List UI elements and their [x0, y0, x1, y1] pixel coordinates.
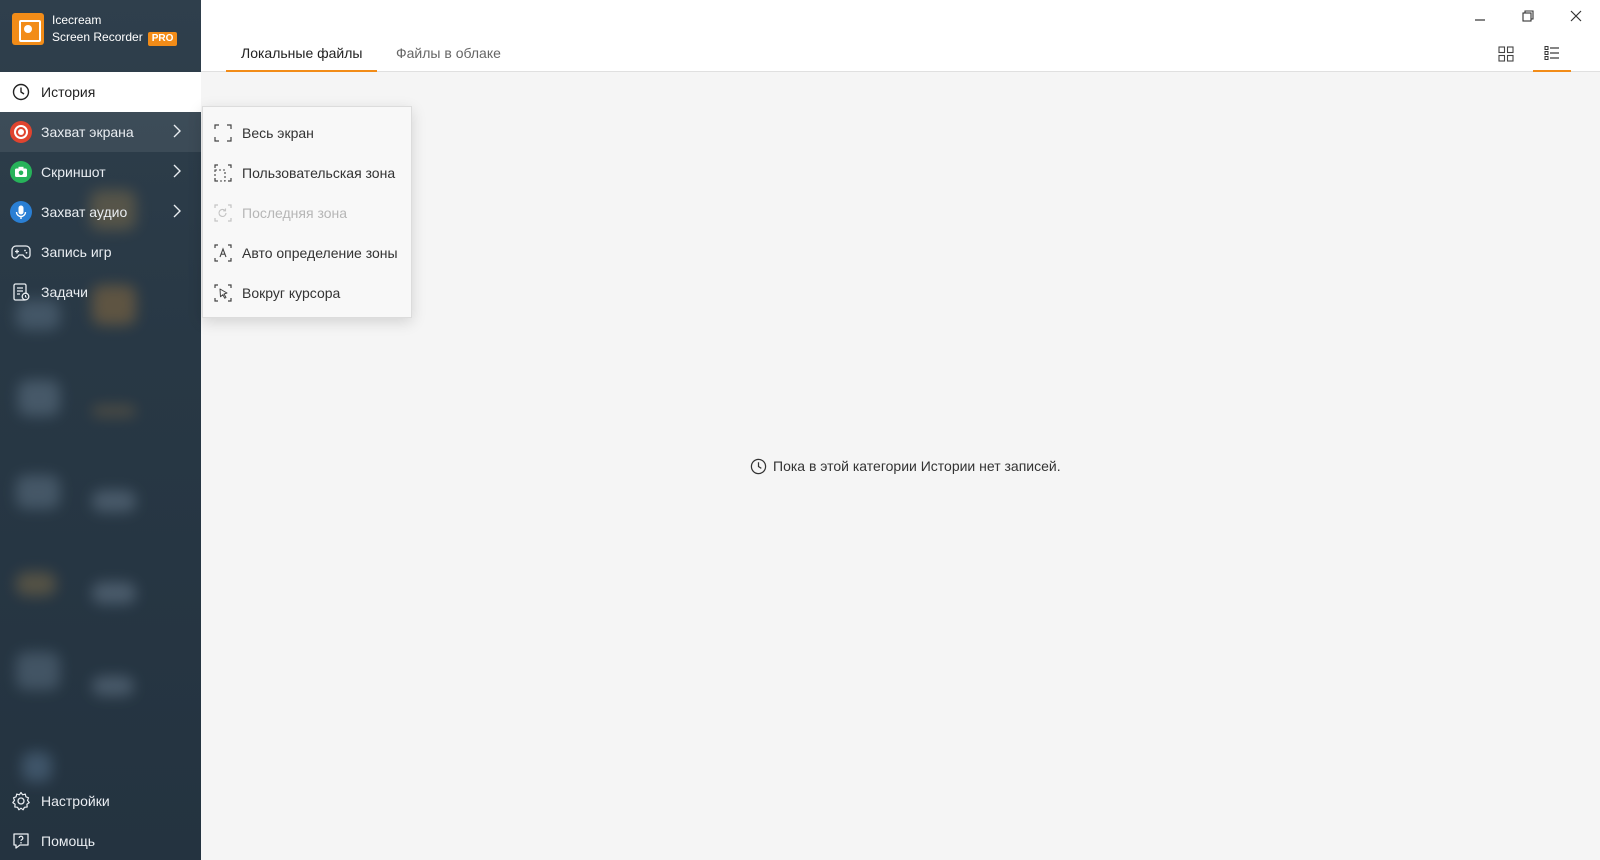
- app-logo-icon: [12, 13, 44, 45]
- menu-item-label: Авто определение зоны: [242, 245, 398, 261]
- menu-item-label: Вокруг курсора: [242, 285, 341, 301]
- app-name-line1: Icecream: [52, 13, 102, 27]
- restore-icon: [1522, 9, 1534, 27]
- chevron-right-icon: [173, 164, 181, 181]
- grid-view-button[interactable]: [1487, 40, 1525, 72]
- menu-item-last-area: Последняя зона: [203, 193, 411, 233]
- camera-icon: [10, 161, 32, 183]
- grid-view-icon: [1498, 45, 1514, 67]
- pro-badge: PRO: [147, 32, 178, 46]
- tasks-icon: [10, 281, 32, 303]
- sidebar-item-history[interactable]: История: [0, 72, 201, 112]
- sidebar-item-screenshot[interactable]: Скриншот: [0, 152, 201, 192]
- menu-item-fullscreen[interactable]: Весь экран: [203, 113, 411, 153]
- top-bar: Локальные файлы Файлы в облаке: [201, 0, 1600, 72]
- last-area-icon: [213, 203, 233, 223]
- restore-button[interactable]: [1512, 6, 1544, 30]
- sidebar-item-label: Запись игр: [41, 244, 112, 260]
- menu-item-custom-area[interactable]: Пользовательская зона: [203, 153, 411, 193]
- sidebar-item-settings[interactable]: Настройки: [0, 781, 201, 821]
- gamepad-icon: [10, 241, 32, 263]
- microphone-icon: [10, 201, 32, 223]
- cursor-area-icon: [213, 283, 233, 303]
- menu-item-around-cursor[interactable]: Вокруг курсора: [203, 273, 411, 313]
- list-view-button[interactable]: [1533, 40, 1571, 72]
- sidebar-item-label: Настройки: [41, 793, 110, 809]
- empty-state-message: Пока в этой категории Истории нет записе…: [773, 458, 1061, 474]
- custom-area-icon: [213, 163, 233, 183]
- sidebar-item-label: История: [41, 84, 96, 100]
- menu-item-label: Пользовательская зона: [242, 165, 396, 181]
- tab-cloud-files[interactable]: Файлы в облаке: [381, 40, 516, 72]
- app-name-line2: Screen Recorder: [52, 30, 143, 44]
- chevron-right-icon: [173, 204, 181, 221]
- minimize-button[interactable]: [1464, 6, 1496, 30]
- list-view-icon: [1544, 45, 1560, 66]
- help-icon: [10, 830, 32, 852]
- clock-icon: [10, 81, 32, 103]
- empty-state: Пока в этой категории Истории нет записе…: [749, 456, 1061, 476]
- menu-item-auto-detect[interactable]: Авто определение зоны: [203, 233, 411, 273]
- sidebar-item-screen-capture[interactable]: Захват экрана: [0, 112, 201, 152]
- menu-item-label: Последняя зона: [242, 205, 348, 221]
- sidebar-item-label: Захват аудио: [41, 204, 128, 220]
- record-icon: [10, 121, 32, 143]
- chevron-right-icon: [173, 124, 181, 141]
- screen-capture-menu: Весь экран Пользовательская зона Последн…: [202, 106, 412, 318]
- close-button[interactable]: [1560, 6, 1592, 30]
- sidebar-item-tasks[interactable]: Задачи: [0, 272, 201, 312]
- tab-local-files[interactable]: Локальные файлы: [226, 40, 378, 72]
- auto-detect-icon: [213, 243, 233, 263]
- sidebar-bottom-nav: Настройки Помощь: [0, 781, 201, 860]
- sidebar-item-audio-capture[interactable]: Захват аудио: [0, 192, 201, 232]
- sidebar-nav: История Захват экрана Скриншот Захват ау…: [0, 72, 201, 312]
- sidebar-item-label: Задачи: [41, 284, 89, 300]
- gear-icon: [10, 790, 32, 812]
- app-brand: Icecream Screen Recorder PRO: [12, 12, 178, 46]
- close-icon: [1570, 9, 1582, 27]
- minimize-icon: [1474, 9, 1486, 27]
- fullscreen-icon: [213, 123, 233, 143]
- sidebar: Icecream Screen Recorder PRO История Захв…: [0, 0, 201, 860]
- sidebar-item-label: Захват экрана: [41, 124, 134, 140]
- sidebar-item-label: Помощь: [41, 833, 96, 849]
- sidebar-item-help[interactable]: Помощь: [0, 821, 201, 860]
- sidebar-item-label: Скриншот: [41, 164, 106, 180]
- sidebar-item-game-recording[interactable]: Запись игр: [0, 232, 201, 272]
- menu-item-label: Весь экран: [242, 125, 314, 141]
- clock-icon: [749, 457, 767, 475]
